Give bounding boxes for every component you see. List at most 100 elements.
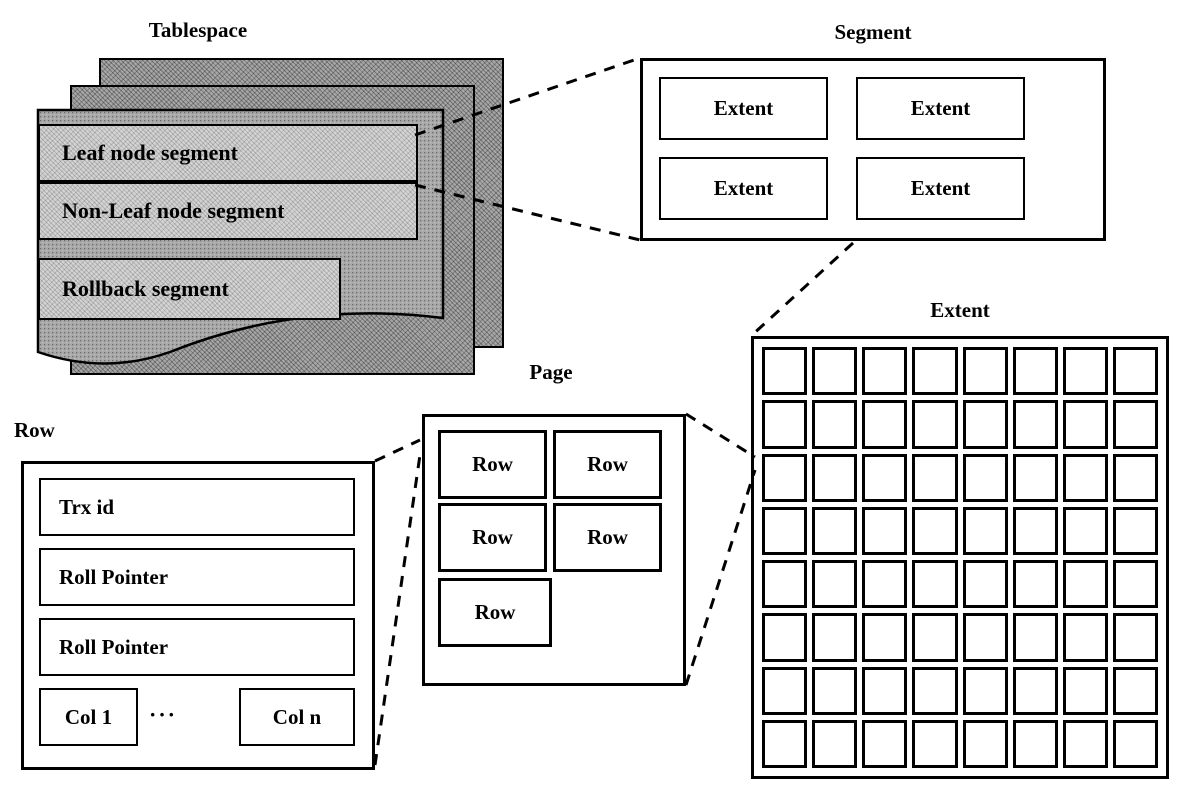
page-caption: Page — [529, 360, 573, 384]
extent-page-cell — [862, 666, 908, 715]
extent-page-cell — [812, 719, 858, 768]
page-row-3: Row — [553, 503, 662, 572]
extent-page-cell — [912, 506, 958, 555]
row-field-roll-pointer-1-label: Roll Pointer — [59, 564, 169, 589]
row-field-roll-pointer-2: Roll Pointer — [39, 618, 355, 676]
extent-page-cell — [1112, 666, 1158, 715]
row-column-first-label: Col 1 — [64, 704, 113, 729]
extent-page-cell — [1012, 453, 1058, 502]
extent-page-cell — [1062, 613, 1108, 662]
extent-page-cell — [812, 666, 858, 715]
tablespace-segment-rollback-label: Rollback segment — [62, 276, 229, 301]
page-row-4-label: Row — [474, 600, 516, 624]
extent-page-cell — [762, 400, 808, 449]
extent-page-cell — [1112, 613, 1158, 662]
row-box: Trx id Roll Pointer Roll Pointer Col 1 ·… — [21, 461, 375, 770]
segment-box: Extent Extent Extent Extent — [640, 58, 1106, 241]
extent-page-cell — [862, 453, 908, 502]
row-columns-ellipsis: ··· — [149, 702, 178, 727]
page-row-4: Row — [438, 578, 552, 647]
extent-page-cell — [1062, 453, 1108, 502]
extent-page-cell — [1012, 400, 1058, 449]
extent-page-cell — [762, 613, 808, 662]
extent-page-cell — [1012, 347, 1058, 396]
extent-page-cell — [762, 347, 808, 396]
page-row-0: Row — [438, 430, 547, 499]
segment-extent-1-label: Extent — [910, 96, 971, 120]
extent-page-cell — [862, 719, 908, 768]
extent-page-cell — [962, 400, 1008, 449]
row-column-last: Col n — [239, 688, 355, 746]
extent-page-cell — [1112, 400, 1158, 449]
page-row-1-label: Row — [587, 452, 628, 476]
extent-page-cell — [962, 453, 1008, 502]
extent-page-cell — [912, 666, 958, 715]
tablespace-segment-leaf: Leaf node segment — [38, 124, 418, 182]
extent-page-cell — [1012, 560, 1058, 609]
connector-page-to-extent-bottom — [684, 469, 757, 686]
extent-page-cell — [812, 506, 858, 555]
extent-page-cell — [812, 453, 858, 502]
row-field-trx-id: Trx id — [39, 478, 355, 536]
extent-page-cell — [1112, 347, 1158, 396]
extent-page-cell — [1012, 613, 1058, 662]
extent-page-cell — [1062, 719, 1108, 768]
segment-extent-2-label: Extent — [713, 176, 774, 200]
extent-page-cell — [1062, 506, 1108, 555]
page-row-1: Row — [553, 430, 662, 499]
segment-extent-2: Extent — [659, 157, 828, 220]
extent-page-cell — [962, 560, 1008, 609]
extent-page-cell — [912, 560, 958, 609]
extent-page-cell — [912, 400, 958, 449]
extent-page-cell — [762, 719, 808, 768]
tablespace-segment-nonleaf-label: Non-Leaf node segment — [62, 198, 285, 223]
segment-extent-3: Extent — [856, 157, 1025, 220]
extent-page-cell — [812, 560, 858, 609]
extent-page-cell — [762, 453, 808, 502]
segment-extent-0-label: Extent — [713, 96, 774, 120]
extent-page-cell — [912, 347, 958, 396]
page-row-0-label: Row — [472, 452, 513, 476]
row-column-last-label: Col n — [272, 704, 322, 729]
row-field-roll-pointer-1: Roll Pointer — [39, 548, 355, 606]
tablespace-group: Tablespace Leaf node segment Non-Leaf no… — [0, 0, 560, 400]
tablespace-segment-rollback: Rollback segment — [38, 258, 341, 320]
extent-page-cell — [812, 400, 858, 449]
extent-page-cell — [1012, 666, 1058, 715]
extent-page-cell — [962, 613, 1008, 662]
tablespace-segment-leaf-label: Leaf node segment — [62, 140, 238, 165]
extent-caption: Extent — [930, 298, 990, 322]
extent-page-cell — [1112, 453, 1158, 502]
extent-page-cell — [1112, 560, 1158, 609]
row-field-roll-pointer-2-label: Roll Pointer — [59, 634, 169, 659]
extent-page-cell — [912, 453, 958, 502]
extent-page-cell — [1112, 506, 1158, 555]
page-row-2: Row — [438, 503, 547, 572]
extent-page-cell — [812, 347, 858, 396]
extent-page-cell — [962, 719, 1008, 768]
diagram-canvas: Tablespace Leaf node segment Non-Leaf no… — [0, 0, 1184, 806]
extent-page-cell — [1062, 560, 1108, 609]
extent-page-cell — [762, 560, 808, 609]
page-box: Row Row Row Row Row — [422, 414, 686, 686]
segment-extent-0: Extent — [659, 77, 828, 140]
segment-extent-3-label: Extent — [910, 176, 971, 200]
connector-page-to-extent-top — [685, 412, 756, 459]
extent-page-cell — [862, 506, 908, 555]
page-row-2-label: Row — [472, 525, 513, 549]
extent-page-cell — [962, 506, 1008, 555]
segment-extent-1: Extent — [856, 77, 1025, 140]
extent-page-cell — [762, 666, 808, 715]
extent-box — [751, 336, 1169, 779]
segment-caption: Segment — [834, 20, 912, 44]
extent-page-cell — [1112, 719, 1158, 768]
extent-page-cell — [862, 347, 908, 396]
extent-page-cell — [962, 666, 1008, 715]
extent-page-cell — [862, 560, 908, 609]
page-row-3-label: Row — [587, 525, 628, 549]
extent-page-cell — [1062, 666, 1108, 715]
row-field-trx-id-label: Trx id — [59, 494, 115, 519]
extent-page-cell — [1062, 400, 1108, 449]
extent-page-cell — [862, 400, 908, 449]
extent-page-cell — [912, 613, 958, 662]
